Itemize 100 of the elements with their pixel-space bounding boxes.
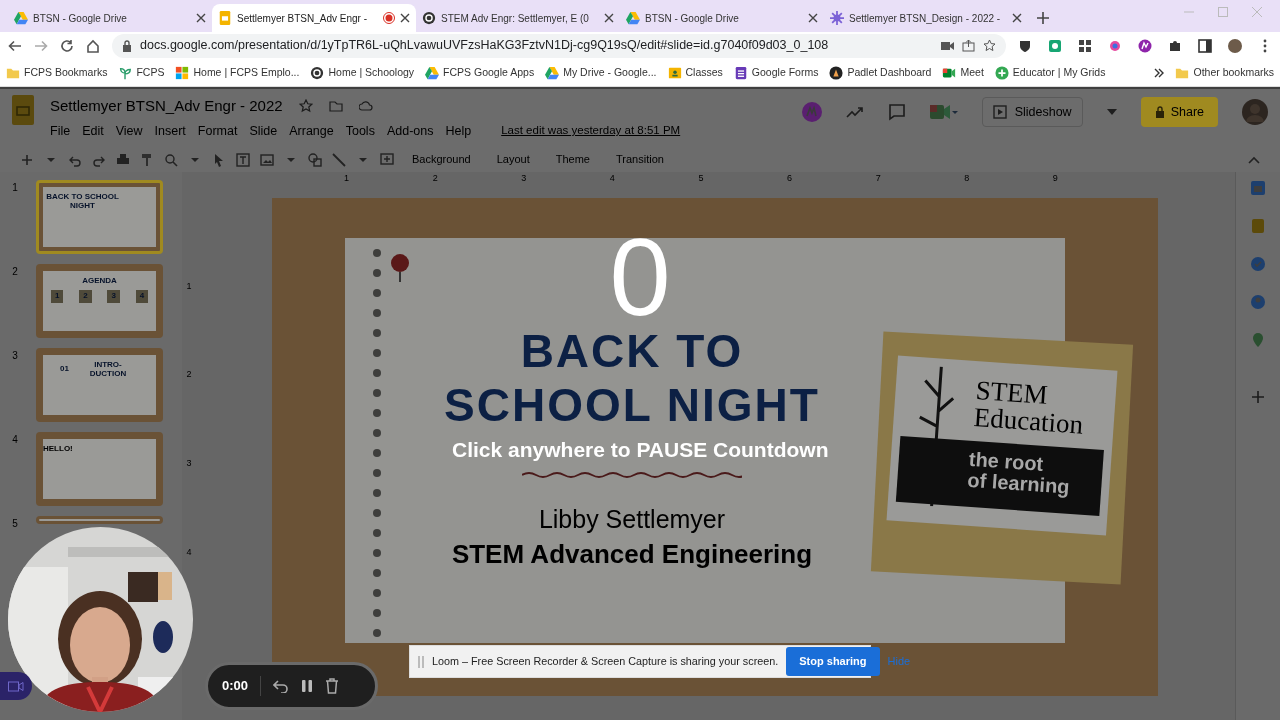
menu-item[interactable]: Tools — [345, 121, 375, 141]
lock-icon — [1154, 106, 1165, 118]
pushpin-icon — [389, 253, 411, 283]
add-comment-icon[interactable] — [380, 152, 394, 167]
calendar-icon[interactable] — [1250, 180, 1266, 196]
slide-thumbnail[interactable]: AGENDA 1 2 3 4 — [36, 264, 163, 338]
bookmark[interactable]: Meet — [942, 64, 984, 81]
menu-item[interactable]: Slide — [249, 121, 278, 141]
menu-item[interactable]: View — [115, 121, 143, 141]
person-icon[interactable] — [1250, 294, 1266, 310]
document-title[interactable]: Settlemyer BTSN_Adv Engr - 2022 — [50, 95, 283, 118]
star-icon[interactable] — [983, 39, 996, 52]
slide-thumbnail[interactable]: 01 INTRO-DUCTION — [36, 348, 163, 422]
shapes-icon[interactable] — [308, 152, 322, 167]
note-icon[interactable] — [1250, 218, 1266, 234]
triangle-icon — [545, 65, 560, 80]
menu-item[interactable]: Format — [197, 121, 238, 141]
share-icon[interactable] — [962, 39, 975, 52]
toolbar-button[interactable]: Background — [412, 151, 471, 168]
slide-thumbnail[interactable]: HELLO! — [36, 432, 163, 506]
collapse-icon[interactable] — [1248, 155, 1260, 164]
home-icon[interactable] — [86, 38, 100, 53]
bookmark[interactable]: FCPS Google Apps — [425, 64, 535, 81]
share-button[interactable]: Share — [1140, 96, 1218, 128]
grid-icon[interactable] — [1078, 38, 1092, 53]
slide-thumbnail[interactable] — [36, 516, 163, 524]
browser-tab[interactable]: BTSN - Google Drive — [620, 4, 824, 32]
cloud-icon[interactable] — [358, 99, 373, 114]
extension-square-icon[interactable] — [1048, 38, 1062, 53]
folder-icon[interactable] — [328, 99, 343, 114]
bookmark[interactable]: Home | FCPS Emplo... — [175, 64, 300, 81]
play-icon — [992, 105, 1007, 119]
close-icon[interactable] — [1012, 13, 1022, 23]
check-circle-icon[interactable] — [1250, 256, 1266, 272]
back-icon[interactable] — [8, 38, 22, 53]
map-pin-icon[interactable] — [1250, 332, 1266, 348]
close-icon[interactable] — [196, 13, 206, 23]
address-bar[interactable]: docs.google.com/presentation/d/1yTpTR6L-uQhLvawuUVFzsHaKG3FztvN1Dj-cg9Q19sQ/edit#slide=id.g7040f09d03_0_108 — [112, 33, 1006, 58]
bookmark[interactable]: FCPS Bookmarks — [6, 64, 108, 81]
plus-icon[interactable] — [1251, 390, 1265, 404]
menu-item[interactable]: File — [50, 121, 71, 141]
plus-icon[interactable] — [1036, 11, 1050, 25]
thumbnail-number: 1 — [50, 289, 64, 303]
camera-icon[interactable] — [941, 40, 954, 51]
undo-icon[interactable] — [273, 679, 290, 693]
browser-tab[interactable]: BTSN - Google Drive — [8, 4, 212, 32]
forward-icon[interactable] — [34, 38, 48, 53]
close-icon[interactable] — [400, 13, 410, 23]
bookmark[interactable]: Educator | My Grids — [994, 64, 1106, 81]
close-icon[interactable] — [604, 13, 614, 23]
image-icon[interactable] — [260, 152, 274, 167]
pause-icon[interactable] — [301, 679, 314, 693]
paint-roller-icon[interactable] — [140, 152, 154, 167]
trash-icon[interactable] — [325, 678, 340, 694]
bookmark[interactable]: Google Forms — [733, 64, 819, 81]
drag-handle-icon[interactable] — [418, 655, 424, 668]
toolbar-button[interactable]: Layout — [496, 151, 530, 168]
bookmark[interactable]: Padlet Dashboard — [829, 64, 932, 81]
last-edit-link[interactable]: Last edit was yesterday at 8:51 PM — [501, 122, 681, 140]
slide-thumbnail[interactable]: BACK TO SCHOOL NIGHT — [36, 180, 163, 254]
reload-icon[interactable] — [60, 38, 74, 53]
zoom-icon[interactable] — [164, 152, 178, 167]
toolbar-button[interactable]: Theme — [555, 151, 590, 168]
bookmark[interactable]: Other bookmarks — [1175, 64, 1274, 81]
browser-tab[interactable]: Settlemyer BTSN_Adv Engr - — [212, 4, 416, 32]
slideshow-button[interactable]: Slideshow — [981, 96, 1083, 128]
course-title: STEM Advanced Engineering — [450, 538, 814, 571]
toolbar-button[interactable]: Transition — [616, 151, 664, 168]
print-icon[interactable] — [116, 152, 130, 167]
bookmark[interactable]: FCPS — [118, 64, 165, 81]
menu-item[interactable]: Edit — [82, 121, 104, 141]
shield-icon[interactable] — [1018, 38, 1032, 53]
circle-logo-icon[interactable] — [1138, 38, 1152, 53]
star-icon[interactable] — [298, 99, 313, 114]
close-icon[interactable] — [808, 13, 818, 23]
text-box-icon[interactable] — [236, 152, 250, 167]
puzzle-icon[interactable] — [1168, 38, 1182, 53]
bookmark[interactable]: My Drive - Google... — [545, 64, 657, 81]
plus-icon[interactable] — [20, 152, 34, 167]
thumbnail-title: BACK TO SCHOOL NIGHT — [45, 193, 120, 211]
menu-item[interactable]: Add-ons — [386, 121, 434, 141]
bookmark[interactable]: Classes — [667, 64, 723, 81]
browser-tab[interactable]: STEM Adv Engr: Settlemyer, E (0 — [416, 4, 620, 32]
avatar-icon[interactable] — [1228, 38, 1242, 53]
caret-icon[interactable] — [1106, 109, 1117, 115]
video-icon[interactable] — [929, 103, 958, 121]
browser-tab[interactable]: Settlemyer BTSN_Design - 2022 - — [824, 4, 1028, 32]
chevrons-icon[interactable] — [1154, 67, 1165, 78]
line-icon[interactable] — [332, 152, 346, 167]
menu-item[interactable]: Arrange — [289, 121, 334, 141]
trend-icon[interactable] — [845, 105, 864, 119]
camera-toggle[interactable] — [0, 672, 32, 700]
burst-icon[interactable] — [1108, 38, 1122, 53]
menu-item[interactable]: Help — [445, 121, 472, 141]
menu-item[interactable]: Insert — [154, 121, 186, 141]
stop-sharing-button[interactable]: Stop sharing — [786, 647, 880, 676]
avatar-icon[interactable] — [1242, 99, 1268, 125]
comment-icon[interactable] — [887, 103, 906, 121]
sidebar-icon[interactable] — [1198, 38, 1212, 53]
bookmark[interactable]: Home | Schoology — [310, 64, 415, 81]
